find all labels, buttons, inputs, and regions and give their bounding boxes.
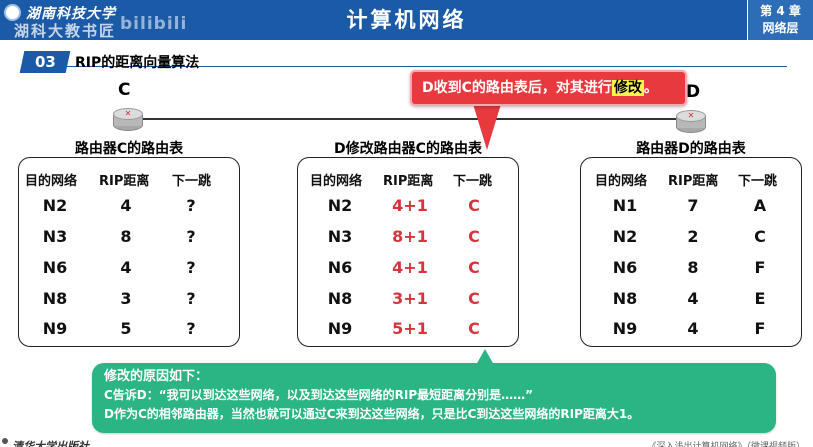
- table-cell: 3: [120, 289, 132, 308]
- table-cell: F: [754, 258, 766, 277]
- network-link: [128, 118, 698, 120]
- table-cell: ?: [186, 319, 196, 338]
- table-cell: F: [754, 319, 766, 338]
- table-cell: 5+1: [392, 319, 428, 338]
- table-cell: C: [754, 227, 766, 246]
- table-cell: 8: [120, 227, 132, 246]
- router-c-icon: ✕: [113, 108, 143, 131]
- book-title: 《深入浅出计算机网络》（微课视频版）: [647, 442, 805, 447]
- router-d-icon: ✕: [676, 110, 706, 133]
- section-title: RIP的距离向量算法: [75, 55, 200, 71]
- explanation-note: 修改的原因如下： C告诉D：“我可以到达这些网络，以及到达这些网络的RIP最短距…: [92, 363, 776, 433]
- table-header: RIP距离: [383, 174, 434, 189]
- table-cell: 3+1: [392, 289, 428, 308]
- table-cell: ?: [186, 289, 196, 308]
- table-header: 目的网络: [310, 174, 363, 189]
- routing-table-d: 目的网络 RIP距离 下一跳 N1 7 A N2 2 C N6 8 F N8 4…: [580, 157, 802, 347]
- table-cell: N9: [612, 319, 638, 338]
- table-cell: 4+1: [392, 258, 428, 277]
- chapter-name: 网络层: [762, 21, 799, 35]
- table-header: 目的网络: [25, 174, 78, 189]
- note-line: C告诉D：“我可以到达这些网络，以及到达这些网络的RIP最短距离分别是……”: [104, 388, 534, 402]
- section-number: 03: [34, 53, 56, 71]
- table-cell: 2: [687, 227, 699, 246]
- table-cell: N6: [327, 258, 353, 277]
- table-cell: ?: [186, 258, 196, 277]
- table-c-title: 路由器C的路由表: [74, 141, 184, 157]
- publisher-seal-icon: [2, 438, 8, 444]
- routing-table-c: 目的网络 RIP距离 下一跳 N2 4 ? N3 8 ? N6 4 ? N8 3…: [18, 157, 240, 347]
- table-cell: N9: [327, 319, 353, 338]
- publisher-logo: 清华大学出版社: [12, 440, 89, 447]
- table-cell: 8+1: [392, 227, 428, 246]
- table-cell: 4+1: [392, 196, 428, 215]
- table-cell: N1: [612, 196, 638, 215]
- table-cell: 5: [120, 319, 132, 338]
- table-cell: A: [753, 196, 767, 215]
- router-c-label: C: [118, 80, 131, 100]
- table-cell: E: [754, 289, 766, 308]
- callout-bubble: D收到C的路由表后，对其进行 修改。: [410, 70, 687, 106]
- table-header: RIP距离: [668, 174, 719, 189]
- table-cell: 8: [687, 258, 699, 277]
- table-cell: C: [468, 258, 480, 277]
- note-line: D作为C的相邻路由器，当然也就可以通过C来到达这些网络，只是比C到达这些网络的R…: [104, 407, 640, 421]
- note-heading: 修改的原因如下：: [104, 369, 209, 384]
- table-d-title: 路由器D的路由表: [636, 141, 746, 157]
- section-number-badge: 03: [19, 51, 71, 73]
- table-header: 下一跳: [738, 174, 778, 189]
- chapter-badge: 第 4 章 网络层: [747, 0, 813, 40]
- table-cell: N8: [612, 289, 638, 308]
- table-cell: 4: [687, 319, 699, 338]
- table-cell: C: [468, 289, 480, 308]
- table-cell: ?: [186, 196, 196, 215]
- table-cell: ?: [186, 227, 196, 246]
- table-cell: C: [468, 227, 480, 246]
- chapter-number: 第 4 章: [760, 4, 801, 18]
- table-cell: N2: [327, 196, 353, 215]
- callout-highlight: 修改: [611, 80, 644, 96]
- table-cell: N8: [42, 289, 68, 308]
- callout-suffix: 。: [643, 80, 658, 96]
- table-header: 目的网络: [595, 174, 648, 189]
- table-cell: N3: [42, 227, 68, 246]
- table-cell: C: [468, 319, 480, 338]
- table-cell: 4: [687, 289, 699, 308]
- table-header: 下一跳: [172, 174, 212, 189]
- header-bar: 湖南科技大学 湖科大教书匠 bilibili 计算机网络 第 4 章 网络层: [0, 0, 813, 40]
- table-cell: N8: [327, 289, 353, 308]
- table-header: RIP距离: [99, 174, 150, 189]
- table-header: 下一跳: [453, 174, 493, 189]
- table-cell: N3: [327, 227, 353, 246]
- table-cell: N2: [42, 196, 68, 215]
- table-cell: N2: [612, 227, 638, 246]
- table-cell: 4: [120, 196, 132, 215]
- table-cell: N9: [42, 319, 68, 338]
- callout-text: D收到C的路由表后，对其进行: [422, 80, 612, 96]
- table-cell: N6: [42, 258, 68, 277]
- table-cell: 7: [687, 196, 699, 215]
- page-title: 计算机网络: [346, 8, 467, 32]
- table-cell: N6: [612, 258, 638, 277]
- table-cell: C: [468, 196, 480, 215]
- table-modified-title: D修改路由器C的路由表: [334, 141, 482, 157]
- table-cell: 4: [120, 258, 132, 277]
- router-d-label: D: [686, 82, 701, 102]
- routing-table-modified: 目的网络 RIP距离 下一跳 N2 4+1 C N3 8+1 C N6 4+1 …: [297, 157, 519, 347]
